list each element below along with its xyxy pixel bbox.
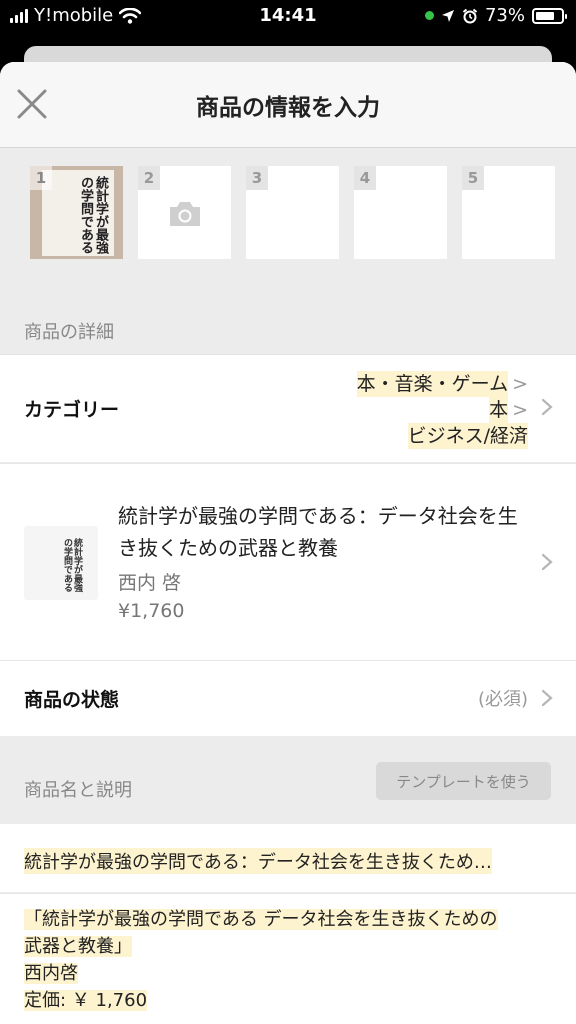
photo-slot-3[interactable]: 3 bbox=[246, 166, 339, 259]
alarm-icon bbox=[462, 8, 478, 23]
photo-slot-number: 3 bbox=[246, 166, 268, 190]
description-line: 「統計学が最強の学問である データ社会を生き抜くための bbox=[24, 909, 498, 930]
chevron-right-icon bbox=[541, 689, 553, 707]
battery-percent: 73% bbox=[484, 5, 525, 26]
product-price: ¥1,760 bbox=[118, 600, 185, 622]
photo-slot-2[interactable]: 2 bbox=[138, 166, 231, 259]
product-name-value: 統計学が最強の学問である：データ社会を生き抜くため… bbox=[24, 848, 492, 874]
description-text: 「統計学が最強の学問である データ社会を生き抜くための 武器と教養」 西内啓 定… bbox=[24, 906, 498, 1014]
details-section-label: 商品の詳細 bbox=[24, 322, 114, 343]
page-title: 商品の情報を入力 bbox=[196, 95, 380, 121]
thumbnail-cover-title: 統計学が最強の学問である bbox=[62, 538, 82, 592]
book-cover-title: 統計学が最強の学問である bbox=[78, 176, 108, 254]
photo-slot-number: 4 bbox=[354, 166, 376, 190]
product-title: 統計学が最強の学問である：データ社会を生き抜くための武器と教養 bbox=[118, 504, 518, 560]
book-cover-image: 統計学が最強の学問である bbox=[42, 170, 114, 256]
listing-sheet: 商品の情報を入力 統計学が最強の学問である 1 2 3 4 5 商品の詳細 カテ… bbox=[0, 62, 576, 1024]
product-row[interactable]: 統計学が最強の学問である 統計学が最強の学問である：データ社会を生き抜くための武… bbox=[0, 463, 576, 660]
camera-icon bbox=[170, 202, 200, 226]
description-line: 西内啓 bbox=[24, 963, 78, 984]
header: 商品の情報を入力 bbox=[0, 62, 576, 148]
required-hint: (必須) bbox=[477, 689, 528, 710]
condition-label: 商品の状態 bbox=[24, 689, 120, 711]
location-arrow-icon bbox=[441, 9, 454, 22]
green-dot-icon bbox=[424, 11, 434, 20]
photo-slot-1[interactable]: 統計学が最強の学問である 1 bbox=[30, 166, 123, 259]
chevron-right-icon bbox=[541, 398, 553, 416]
category-row[interactable]: カテゴリー 本・音楽・ゲーム > 本 > ビジネス/経済 bbox=[0, 354, 576, 462]
photo-slot-4[interactable]: 4 bbox=[354, 166, 447, 259]
product-name-field[interactable]: 統計学が最強の学問である：データ社会を生き抜くため… bbox=[0, 824, 576, 892]
photo-slot-number: 2 bbox=[138, 166, 160, 190]
photo-strip: 統計学が最強の学問である 1 2 3 4 5 bbox=[30, 166, 555, 259]
photo-slot-number: 5 bbox=[462, 166, 484, 190]
use-template-button[interactable]: テンプレートを使う bbox=[376, 762, 551, 800]
category-separator: > bbox=[512, 399, 528, 421]
photo-slot-5[interactable]: 5 bbox=[462, 166, 555, 259]
description-line: 武器と教養」 bbox=[24, 936, 132, 957]
category-separator: > bbox=[512, 373, 528, 395]
chevron-right-icon bbox=[541, 553, 553, 571]
category-level-1: 本・音楽・ゲーム bbox=[356, 371, 509, 397]
product-author: 西内 啓 bbox=[118, 572, 182, 594]
product-thumbnail: 統計学が最強の学問である bbox=[24, 526, 98, 600]
category-label: カテゴリー bbox=[24, 399, 120, 421]
photo-slot-number: 1 bbox=[30, 166, 52, 190]
status-right: 73% bbox=[424, 5, 567, 26]
category-level-3: ビジネス/経済 bbox=[407, 423, 528, 449]
status-bar: Y!mobile 14:41 73% bbox=[0, 0, 576, 34]
name-desc-section-label: 商品名と説明 bbox=[24, 780, 132, 801]
battery-fill bbox=[536, 11, 554, 20]
category-level-2: 本 bbox=[489, 397, 509, 423]
description-line: 定価: ￥ 1,760 bbox=[24, 990, 148, 1011]
battery-icon bbox=[532, 7, 567, 24]
description-field[interactable]: 「統計学が最強の学問である データ社会を生き抜くための 武器と教養」 西内啓 定… bbox=[0, 893, 576, 1024]
category-path: 本・音楽・ゲーム > 本 > ビジネス/経済 bbox=[356, 371, 528, 449]
condition-row[interactable]: 商品の状態 (必須) bbox=[0, 660, 576, 736]
